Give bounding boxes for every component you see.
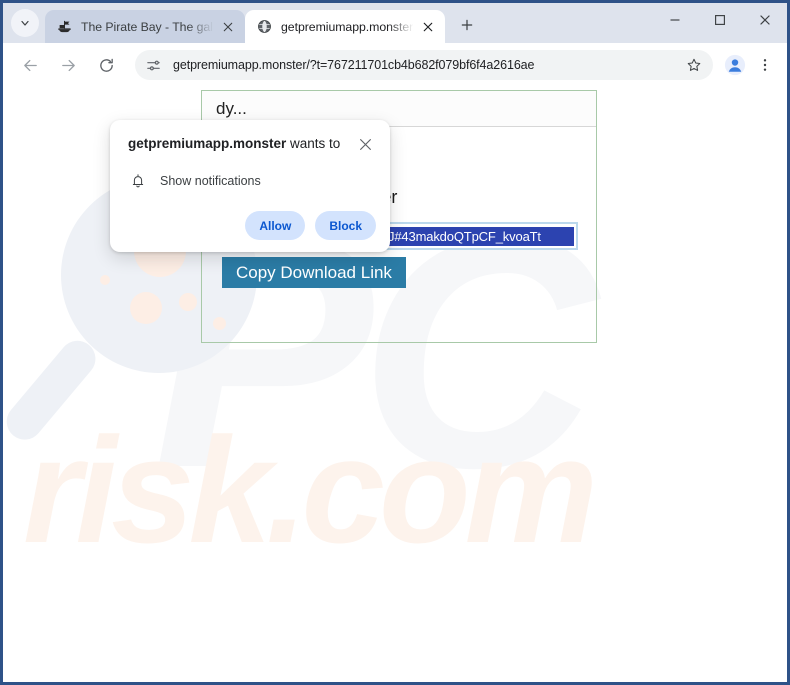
reload-icon bbox=[99, 58, 113, 72]
maximize-icon bbox=[714, 14, 725, 25]
tab-title: The Pirate Bay - The galaxy's m bbox=[81, 19, 215, 34]
address-bar-text: getpremiumapp.monster/?t=767211701cb4b68… bbox=[173, 58, 535, 72]
new-tab-button[interactable] bbox=[453, 11, 481, 39]
address-bar[interactable]: getpremiumapp.monster/?t=767211701cb4b68… bbox=[135, 50, 713, 80]
close-icon bbox=[223, 22, 233, 31]
tune-icon[interactable] bbox=[141, 53, 165, 77]
reload-button[interactable] bbox=[91, 50, 121, 80]
permission-site-name: getpremiumapp.monster bbox=[128, 136, 287, 151]
maximize-button[interactable] bbox=[697, 3, 742, 36]
back-button[interactable] bbox=[15, 50, 45, 80]
window-controls bbox=[652, 3, 787, 36]
permission-dialog-actions: Allow Block bbox=[128, 211, 376, 240]
watermark-risk-text: risk.com bbox=[23, 406, 598, 574]
minimize-button[interactable] bbox=[652, 3, 697, 36]
page-viewport: PC risk.com dy... 5 RL in browser https:… bbox=[3, 87, 787, 682]
bookmark-star-button[interactable] bbox=[681, 52, 707, 78]
tab-close-button[interactable] bbox=[219, 18, 237, 36]
tab-strip: The Pirate Bay - The galaxy's m getpremi… bbox=[3, 3, 787, 43]
plus-icon bbox=[461, 19, 473, 31]
tab-pirate-bay[interactable]: The Pirate Bay - The galaxy's m bbox=[45, 10, 245, 43]
close-icon bbox=[759, 14, 770, 25]
permission-dialog-close-button[interactable] bbox=[354, 133, 376, 155]
permission-dialog-header: getpremiumapp.monster wants to bbox=[128, 134, 376, 155]
watermark-dot bbox=[179, 293, 197, 311]
permission-item-notifications: Show notifications bbox=[128, 171, 376, 191]
chrome-menu-button[interactable] bbox=[751, 51, 779, 79]
browser-toolbar: getpremiumapp.monster/?t=767211701cb4b68… bbox=[3, 43, 787, 87]
forward-button[interactable] bbox=[53, 50, 83, 80]
arrow-left-icon bbox=[23, 59, 37, 71]
avatar-icon bbox=[724, 54, 746, 76]
notification-permission-dialog: getpremiumapp.monster wants to Show noti… bbox=[110, 120, 390, 252]
copy-download-link-button[interactable]: Copy Download Link bbox=[222, 257, 406, 288]
tab-getpremiumapp-monster[interactable]: getpremiumapp.monster/?t=76 bbox=[245, 10, 445, 43]
allow-button[interactable]: Allow bbox=[245, 211, 306, 240]
tab-title: getpremiumapp.monster/?t=76 bbox=[281, 19, 415, 34]
watermark-dot bbox=[100, 275, 110, 285]
bell-icon bbox=[128, 171, 148, 191]
permission-title-suffix: wants to bbox=[286, 136, 341, 151]
star-icon bbox=[687, 58, 701, 71]
watermark-dot bbox=[130, 292, 162, 324]
watermark-magnifier-handle bbox=[3, 333, 103, 447]
screenshot-frame: The Pirate Bay - The galaxy's m getpremi… bbox=[0, 0, 790, 685]
arrow-right-icon bbox=[61, 59, 75, 71]
close-icon bbox=[423, 22, 433, 31]
profile-avatar-button[interactable] bbox=[721, 51, 749, 79]
browser-window: The Pirate Bay - The galaxy's m getpremi… bbox=[3, 3, 787, 682]
pirate-ship-icon bbox=[56, 19, 72, 35]
chevron-down-icon bbox=[21, 20, 29, 26]
three-dot-menu-icon bbox=[763, 59, 767, 71]
tab-search-button[interactable] bbox=[11, 9, 39, 37]
minimize-icon bbox=[670, 18, 679, 21]
tab-close-button[interactable] bbox=[419, 18, 437, 36]
permission-dialog-title: getpremiumapp.monster wants to bbox=[128, 134, 340, 154]
block-button[interactable]: Block bbox=[315, 211, 376, 240]
permission-label: Show notifications bbox=[160, 174, 261, 188]
globe-icon bbox=[256, 19, 272, 35]
close-window-button[interactable] bbox=[742, 3, 787, 36]
close-icon bbox=[359, 138, 371, 150]
